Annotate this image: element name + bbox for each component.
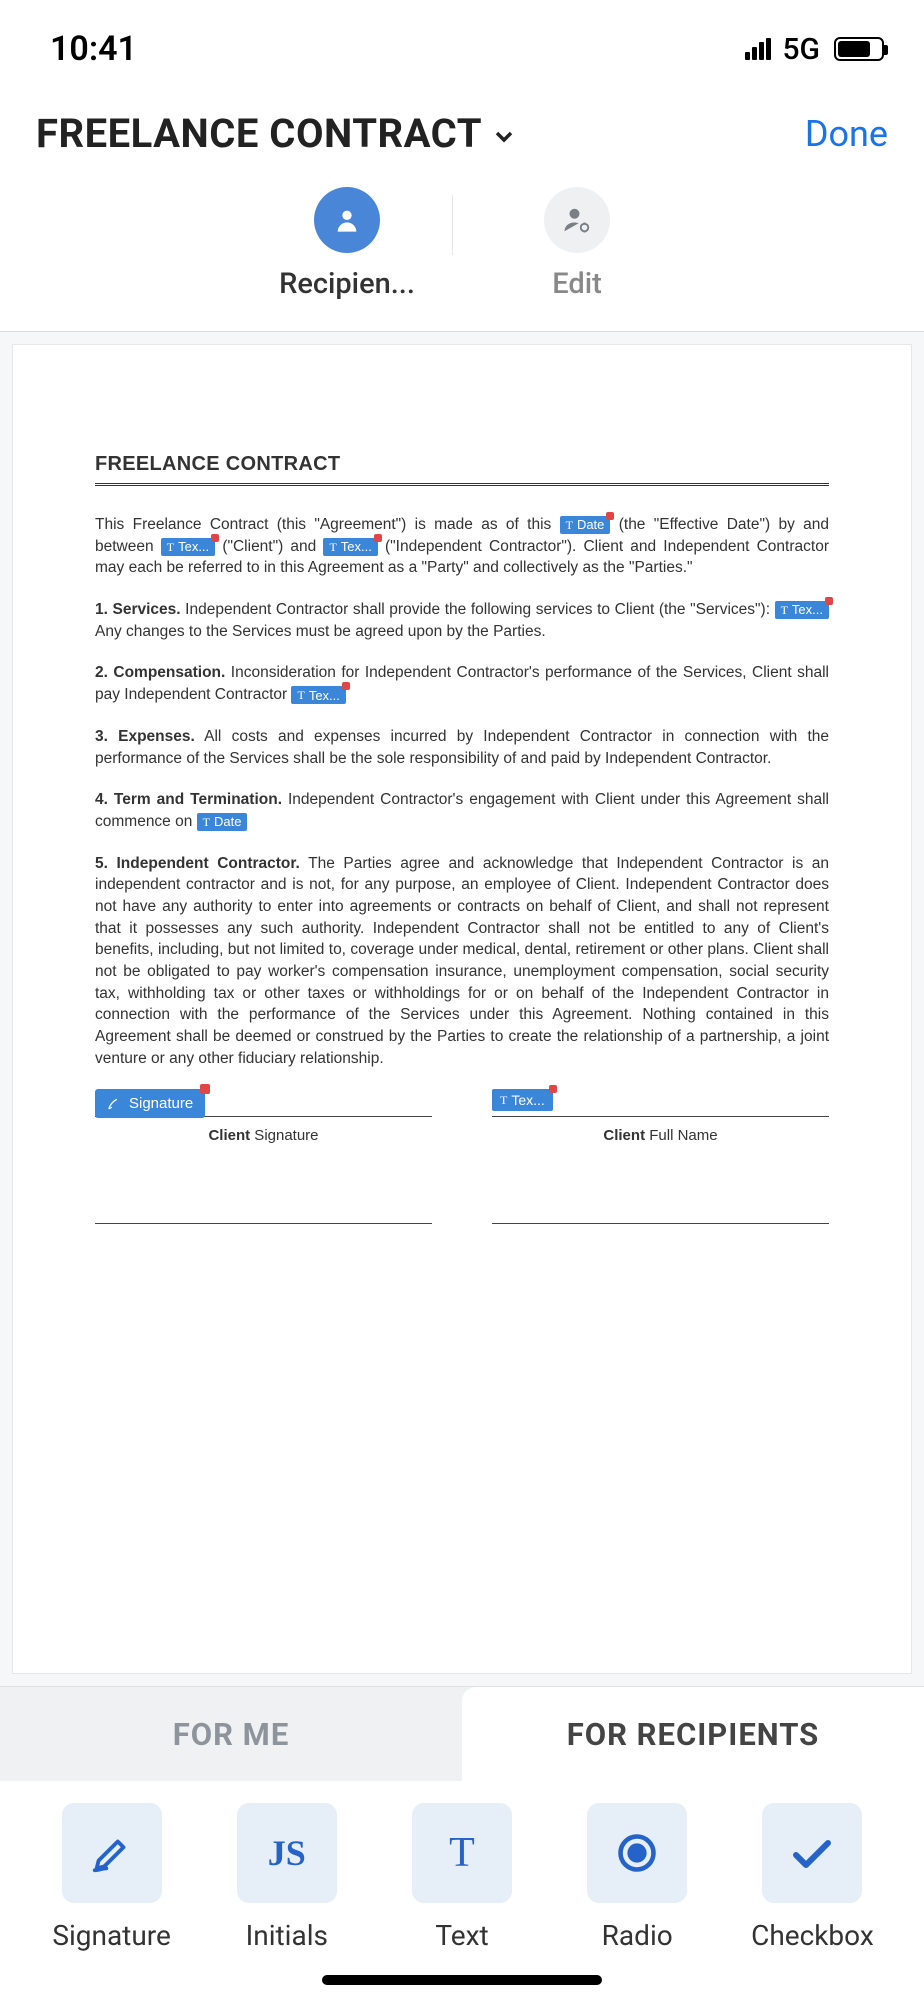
tool-radio-label: Radio <box>602 1919 673 1952</box>
title-dropdown[interactable]: FREELANCE CONTRACT <box>36 110 516 157</box>
signature-column-left: Signature Client Signature <box>95 1089 432 1224</box>
tool-signature[interactable]: Signature <box>24 1803 199 1952</box>
tool-radio[interactable]: Radio <box>550 1803 725 1952</box>
field-date[interactable]: TDate <box>560 516 611 534</box>
mode-recipients[interactable]: Recipien... <box>277 187 417 301</box>
intro-paragraph: This Freelance Contract (this "Agreement… <box>95 514 829 579</box>
status-right: 5G <box>745 32 885 67</box>
signal-icon <box>745 38 771 60</box>
tool-text[interactable]: T Text <box>374 1803 549 1952</box>
document-page: FREELANCE CONTRACT This Freelance Contra… <box>12 344 912 1674</box>
section-2: 2. Compensation. Inconsideration for Ind… <box>95 662 829 705</box>
check-icon <box>762 1803 862 1903</box>
field-contractor-text[interactable]: TTex... <box>323 538 377 556</box>
pen-icon <box>62 1803 162 1903</box>
status-time: 10:41 <box>50 29 137 69</box>
section-5: 5. Independent Contractor. The Parties a… <box>95 853 829 1070</box>
field-fullname-text[interactable]: TTex... <box>492 1089 553 1111</box>
chevron-down-icon <box>492 124 516 148</box>
signature-area: Signature Client Signature TTex... Clien… <box>95 1089 829 1224</box>
status-bar: 10:41 5G <box>0 0 924 88</box>
field-commence-date[interactable]: TDate <box>197 813 248 831</box>
home-indicator[interactable] <box>322 1975 602 1985</box>
person-gear-icon <box>544 187 610 253</box>
section-3: 3. Expenses. All costs and expenses incu… <box>95 726 829 769</box>
page-title: FREELANCE CONTRACT <box>36 110 482 157</box>
tools-row: Signature JS Initials T Text Radio Check… <box>0 1781 924 1962</box>
target-tabs: FOR ME FOR RECIPIENTS <box>0 1686 924 1781</box>
tool-checkbox-label: Checkbox <box>751 1919 874 1952</box>
initials-icon: JS <box>237 1803 337 1903</box>
signature-column-right: TTex... Client Full Name <box>492 1089 829 1224</box>
tool-signature-label: Signature <box>52 1919 171 1952</box>
tool-initials-label: Initials <box>246 1919 328 1952</box>
done-button[interactable]: Done <box>805 113 888 155</box>
battery-icon <box>834 37 884 61</box>
tool-text-label: Text <box>435 1919 488 1952</box>
mode-edit[interactable]: Edit <box>507 187 647 301</box>
tool-checkbox[interactable]: Checkbox <box>725 1803 900 1952</box>
header: FREELANCE CONTRACT Done <box>0 88 924 167</box>
field-client-text[interactable]: TTex... <box>161 538 215 556</box>
mode-edit-label: Edit <box>507 267 647 301</box>
mode-row: Recipien... Edit <box>0 167 924 331</box>
section-1: 1. Services. Independent Contractor shal… <box>95 599 829 642</box>
tool-initials[interactable]: JS Initials <box>199 1803 374 1952</box>
radio-icon <box>587 1803 687 1903</box>
text-icon: T <box>412 1803 512 1903</box>
tab-for-recipients[interactable]: FOR RECIPIENTS <box>462 1687 924 1781</box>
mode-recipients-label: Recipien... <box>277 267 417 301</box>
person-icon <box>314 187 380 253</box>
field-compensation-text[interactable]: TTex... <box>291 686 345 704</box>
tab-for-me[interactable]: FOR ME <box>0 1687 462 1781</box>
section-4: 4. Term and Termination. Independent Con… <box>95 789 829 832</box>
network-label: 5G <box>783 32 821 67</box>
field-signature[interactable]: Signature <box>95 1089 205 1118</box>
field-services-text[interactable]: TTex... <box>775 601 829 619</box>
document-area[interactable]: FREELANCE CONTRACT This Freelance Contra… <box>0 331 924 1686</box>
doc-heading: FREELANCE CONTRACT <box>95 450 829 486</box>
